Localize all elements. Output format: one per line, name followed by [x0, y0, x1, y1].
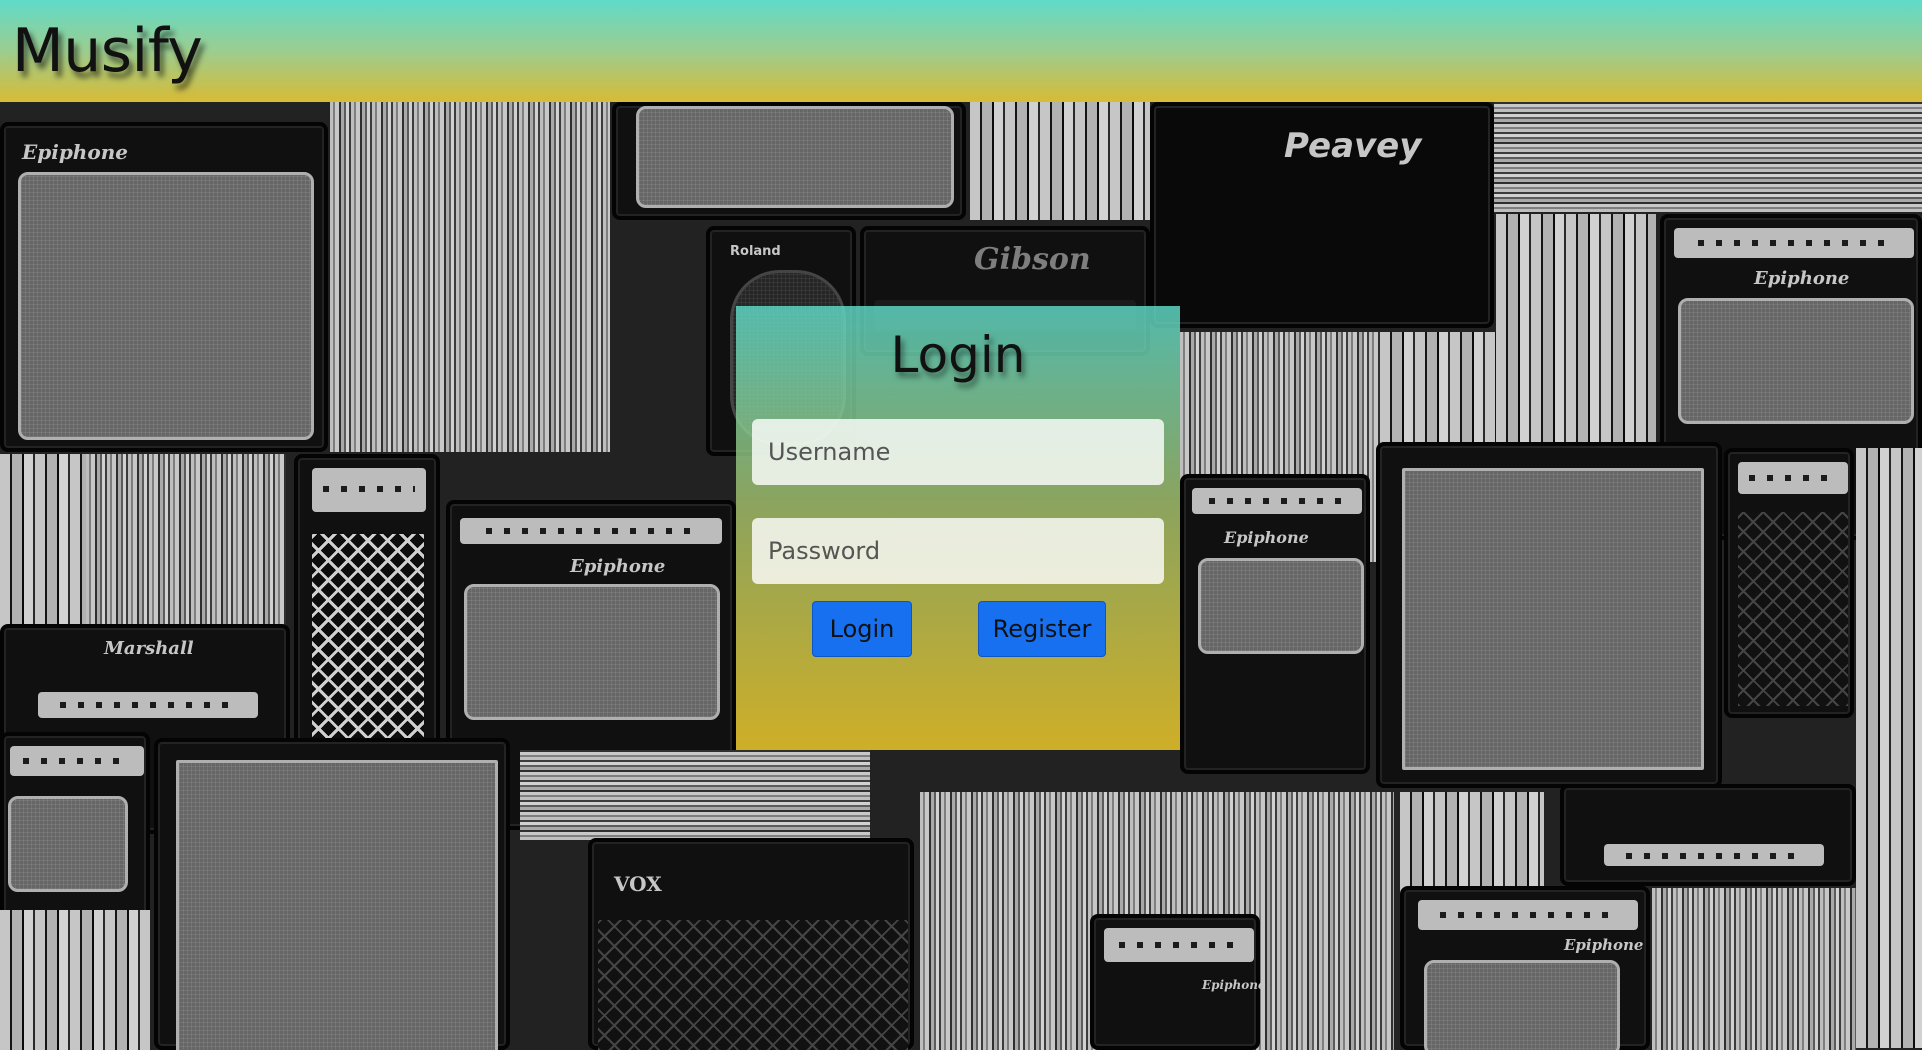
header-bar: Musify [0, 0, 1922, 102]
login-title: Login [890, 326, 1026, 384]
login-button[interactable]: Login [812, 601, 912, 657]
register-button[interactable]: Register [978, 601, 1106, 657]
login-form: Login Login Register [736, 306, 1180, 750]
password-input[interactable] [752, 518, 1164, 584]
page: Epiphone Peavey Roland Gibson Epiphone E… [0, 0, 1922, 1050]
app-title: Musify [12, 16, 203, 86]
username-input[interactable] [752, 419, 1164, 485]
